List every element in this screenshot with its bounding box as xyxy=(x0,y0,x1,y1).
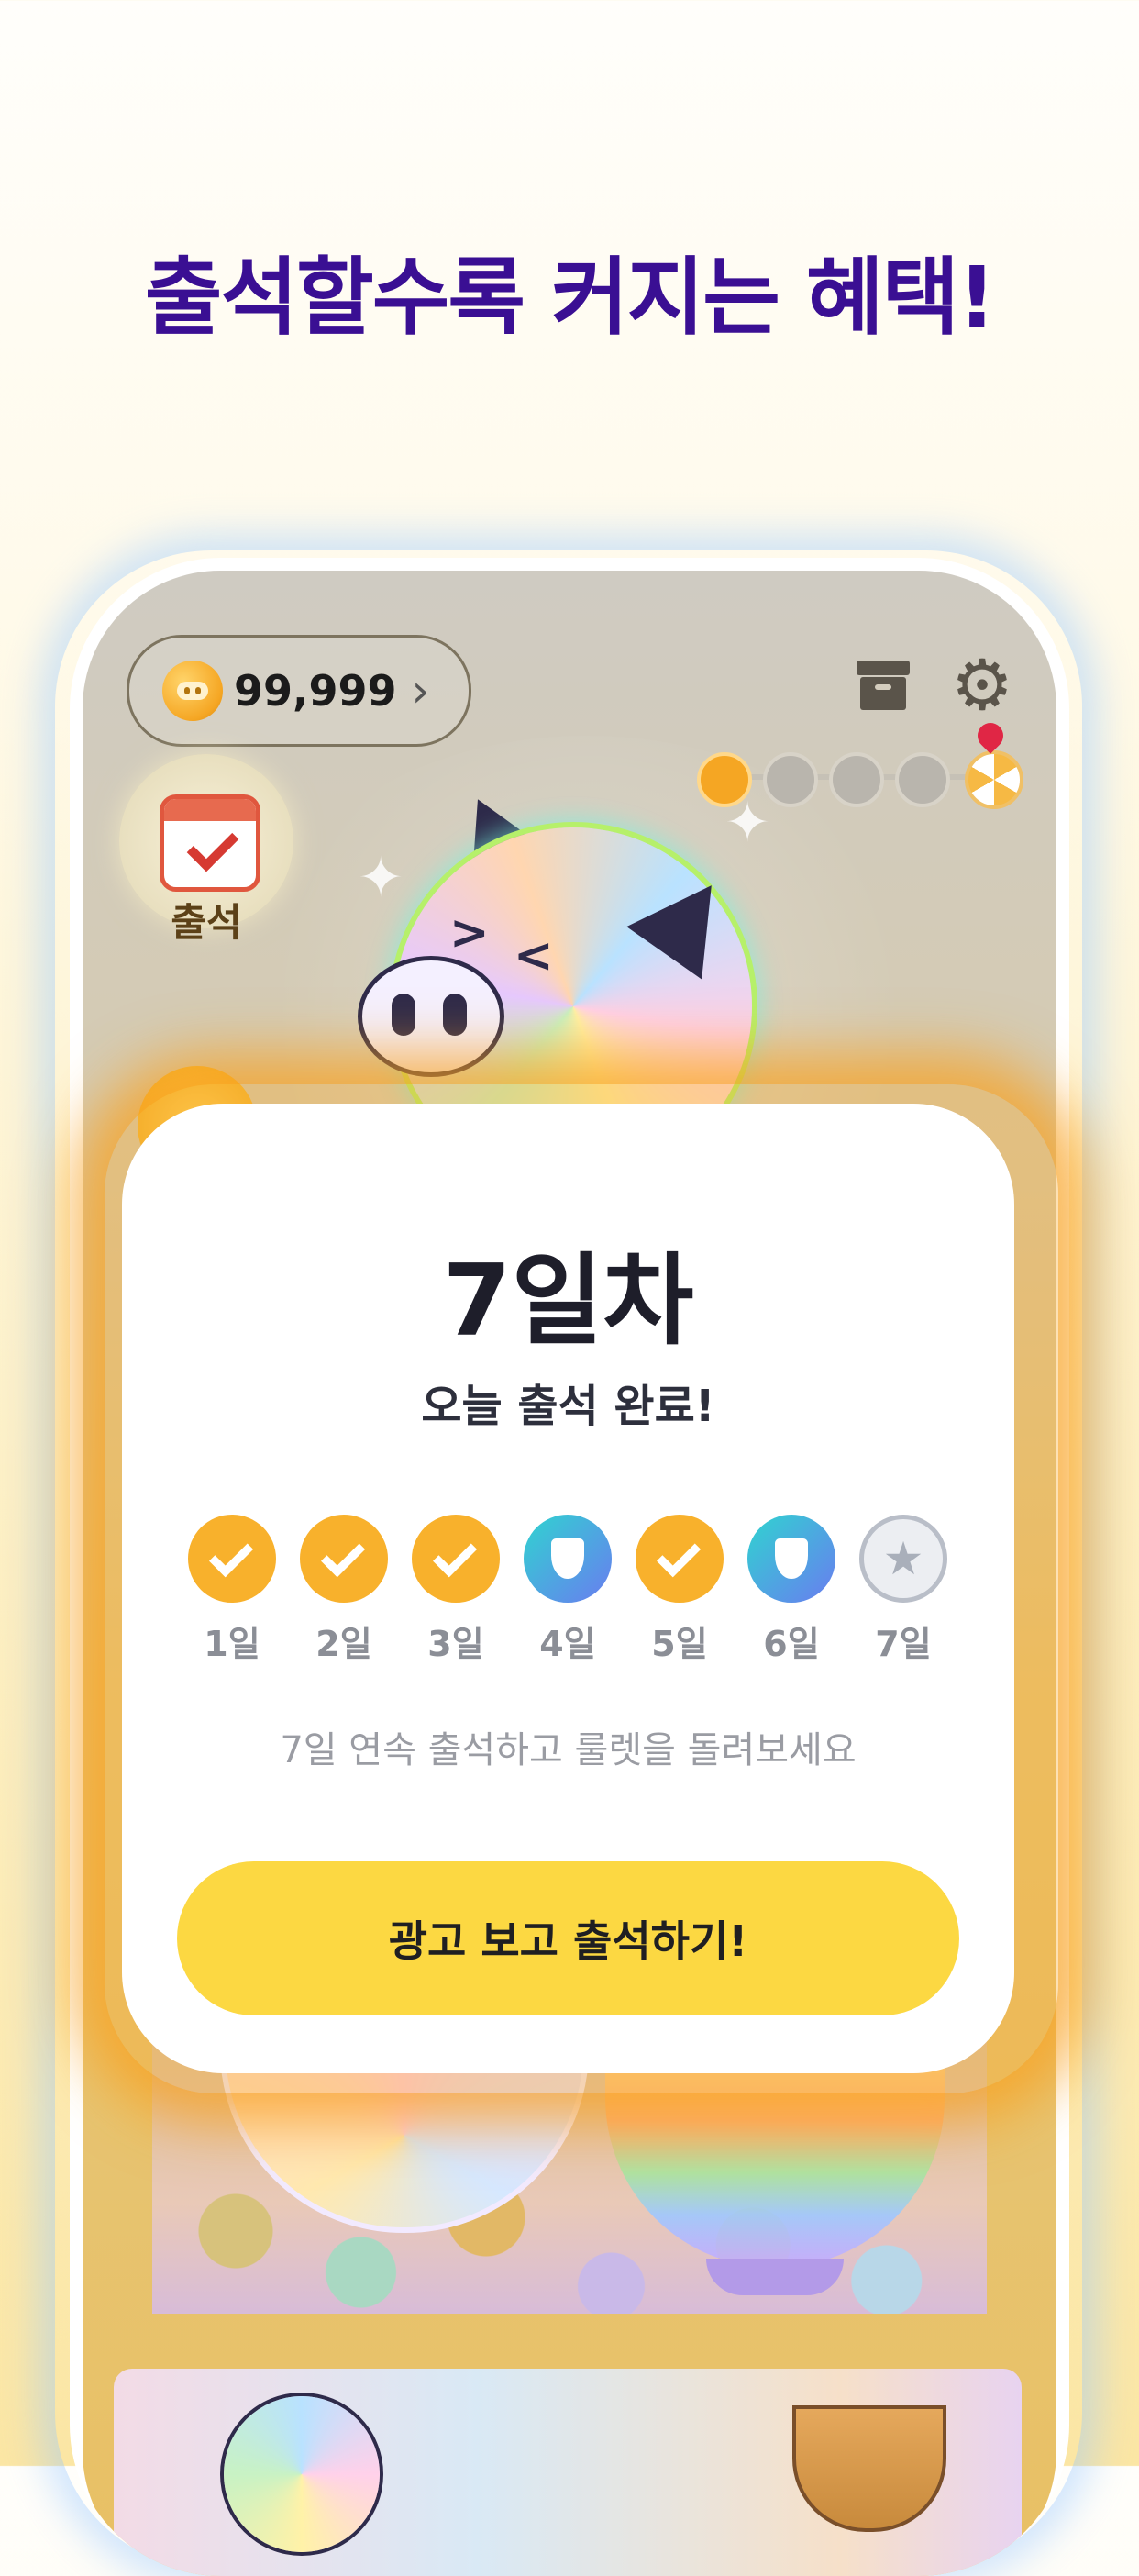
pig-eye: > xyxy=(449,905,490,960)
coin-balance-button[interactable]: 99,999 › xyxy=(127,635,471,747)
bottom-banner-card[interactable] xyxy=(114,2369,1022,2576)
bowl-base xyxy=(706,2259,844,2295)
day-label: 7일 xyxy=(875,1624,932,1664)
progress-dot-4 xyxy=(895,752,950,807)
day-item: 6일 xyxy=(746,1515,837,1671)
pig-coin-icon xyxy=(162,661,223,721)
shield-icon xyxy=(524,1515,612,1603)
coin-amount: 99,999 xyxy=(234,666,397,716)
pig-illustration xyxy=(224,2396,380,2552)
sparkle-icon: ✦ xyxy=(724,791,771,855)
check-icon xyxy=(636,1515,724,1603)
day-label: 6일 xyxy=(763,1624,820,1664)
check-icon xyxy=(300,1515,388,1603)
pig-snout xyxy=(358,956,504,1077)
archive-icon[interactable] xyxy=(851,653,915,717)
day-label: 1일 xyxy=(204,1624,260,1664)
day-label: 5일 xyxy=(651,1624,708,1664)
modal-title: 7일차 xyxy=(442,1244,694,1359)
day-item: 3일 xyxy=(410,1515,502,1671)
pig-eye: < xyxy=(514,928,554,983)
day-item: 4일 xyxy=(522,1515,614,1671)
day-item: 2일 xyxy=(298,1515,390,1671)
check-icon xyxy=(188,1515,276,1603)
sparkle-icon: ✦ xyxy=(358,846,404,910)
day-item: ★ 7일 xyxy=(857,1515,949,1671)
star-icon: ★ xyxy=(859,1515,947,1603)
watch-ad-attend-button[interactable]: 광고 보고 출석하기! xyxy=(177,1861,959,2015)
attendance-modal: 7일차 오늘 출석 완료! 1일 2일 3일 4일 5일 6일 ★ 7일 7일 … xyxy=(122,1104,1014,2073)
gear-icon[interactable]: ⚙ xyxy=(950,650,1014,720)
modal-subtitle: 오늘 출석 완료! xyxy=(421,1381,715,1432)
day-label: 4일 xyxy=(539,1624,596,1664)
day-label: 2일 xyxy=(315,1624,372,1664)
coin-bowl-illustration xyxy=(792,2405,946,2532)
promo-headline: 출석할수록 커지는 혜택! xyxy=(144,249,996,347)
calendar-check-icon xyxy=(160,794,260,892)
day-item: 5일 xyxy=(634,1515,725,1671)
check-icon xyxy=(412,1515,500,1603)
chevron-right-icon: › xyxy=(411,664,430,717)
day-item: 1일 xyxy=(186,1515,278,1671)
progress-dot-3 xyxy=(829,752,884,807)
roulette-icon xyxy=(965,750,1023,809)
progress-dot-2 xyxy=(763,752,818,807)
roulette-hint: 7일 연속 출석하고 룰렛을 돌려보세요 xyxy=(280,1729,857,1771)
attendance-label: 출석 xyxy=(171,900,242,945)
day-label: 3일 xyxy=(427,1624,484,1664)
shield-icon xyxy=(747,1515,835,1603)
streak-days: 1일 2일 3일 4일 5일 6일 ★ 7일 xyxy=(186,1515,950,1671)
